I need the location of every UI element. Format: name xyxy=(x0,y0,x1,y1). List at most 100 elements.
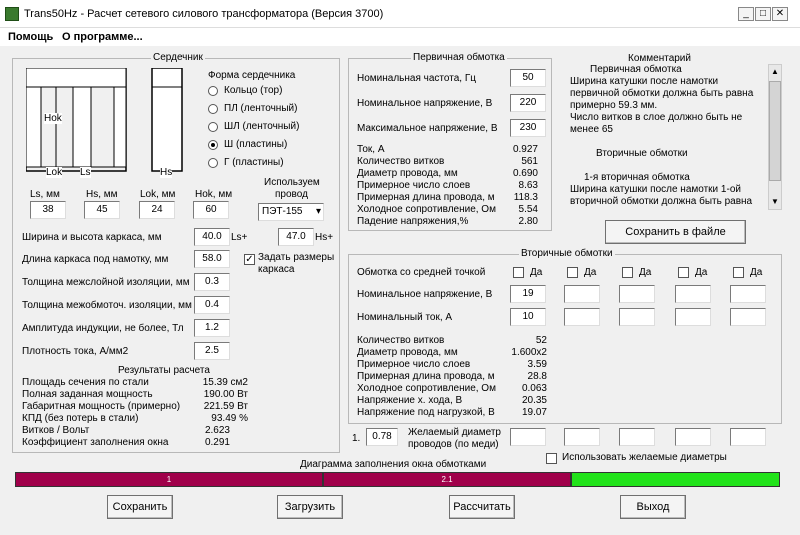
interlayer-label: Толщина межслойной изоляции, мм xyxy=(22,277,190,288)
result-label: Витков / Вольт xyxy=(22,425,90,436)
secondary-result-value: 20.35 xyxy=(521,395,547,406)
maximize-button[interactable]: □ xyxy=(755,7,771,21)
comment-scrollbar[interactable]: ▲ ▼ xyxy=(768,64,782,210)
midpoint-label: Обмотка со средней точкой xyxy=(357,267,486,278)
save-to-file-button[interactable]: Сохранить в файле xyxy=(605,220,746,244)
result-label: Коэффициент заполнения окна xyxy=(22,437,169,448)
primary-freq-input[interactable]: 50 xyxy=(510,69,546,87)
menu-help[interactable]: Помощь xyxy=(8,31,53,43)
hok-input[interactable]: 60 xyxy=(193,201,229,219)
frame-height-input[interactable]: 47.0 xyxy=(278,228,314,246)
desired-input-2[interactable] xyxy=(564,428,600,446)
primary-result-label: Примерное число слоев xyxy=(357,180,471,191)
shape-radio-toroid[interactable] xyxy=(208,86,218,96)
shape-radio-pl[interactable] xyxy=(208,104,218,114)
set-frame-checkbox[interactable]: ✓ xyxy=(244,254,255,265)
comment-line: Первичная обмотка xyxy=(590,64,682,75)
comment-title: Комментарий xyxy=(628,53,691,64)
midpoint-checkbox-3[interactable] xyxy=(622,267,633,278)
shape-label-toroid: Кольцо (тор) xyxy=(224,85,283,96)
yes-label: Да xyxy=(584,267,597,278)
yes-label: Да xyxy=(695,267,708,278)
induction-input[interactable]: 1.2 xyxy=(194,319,230,337)
secondary-volt-input-4[interactable] xyxy=(675,285,711,303)
results-title: Результаты расчета xyxy=(118,365,210,376)
desired-input-5[interactable] xyxy=(730,428,766,446)
menu-bar: Помощь О программе... xyxy=(0,28,800,46)
secondary-volt-input-3[interactable] xyxy=(619,285,655,303)
primary-vmax-input[interactable]: 230 xyxy=(510,119,546,137)
secondary-result-label: Примерное число слоев xyxy=(357,359,471,370)
frame-width-input[interactable]: 40.0 xyxy=(194,228,230,246)
ls-label: Ls xyxy=(80,167,91,178)
secondary-current-input-4[interactable] xyxy=(675,308,711,326)
result-label: Полная заданная мощность xyxy=(22,389,153,400)
secondary-result-label: Примерная длина провода, м xyxy=(357,371,495,382)
secondary-volt-input-1[interactable]: 19 xyxy=(510,285,546,303)
shape-label-g: Г (пластины) xyxy=(224,157,284,168)
primary-volt-input[interactable]: 220 xyxy=(510,94,546,112)
scroll-down-icon[interactable]: ▼ xyxy=(769,195,781,209)
midpoint-checkbox-5[interactable] xyxy=(733,267,744,278)
shape-radio-shl[interactable] xyxy=(208,122,218,132)
secondary-current-input-2[interactable] xyxy=(564,308,600,326)
secondary-volt-input-2[interactable] xyxy=(564,285,600,303)
primary-vmax-label: Максимальное напряжение, В xyxy=(357,123,498,134)
scroll-up-icon[interactable]: ▲ xyxy=(769,65,781,79)
secondary-current-input-1[interactable]: 10 xyxy=(510,308,546,326)
scroll-thumb[interactable] xyxy=(769,81,781,181)
hs-input[interactable]: 45 xyxy=(84,201,120,219)
yes-label: Да xyxy=(639,267,652,278)
yes-label: Да xyxy=(530,267,543,278)
calculate-button[interactable]: Рассчитать xyxy=(449,495,515,519)
lok-input[interactable]: 24 xyxy=(139,201,175,219)
desired-input-1[interactable] xyxy=(510,428,546,446)
frame-size-label: Ширина и высота каркаса, мм xyxy=(22,232,162,243)
load-button[interactable]: Загрузить xyxy=(277,495,343,519)
exit-button[interactable]: Выход xyxy=(620,495,686,519)
hs-plus-label: Hs+ xyxy=(315,232,334,243)
save-button[interactable]: Сохранить xyxy=(107,495,173,519)
secondary-volt-input-5[interactable] xyxy=(730,285,766,303)
frame-length-input[interactable]: 58.0 xyxy=(194,250,230,268)
secondary-current-input-3[interactable] xyxy=(619,308,655,326)
shape-label-shl: ШЛ (ленточный) xyxy=(224,121,300,132)
secondary-current-input-5[interactable] xyxy=(730,308,766,326)
interlayer-input[interactable]: 0.3 xyxy=(194,273,230,291)
fill-segment: 2.1 xyxy=(323,472,571,487)
hok-label: Hok xyxy=(44,113,62,124)
shape-radio-sh[interactable] xyxy=(208,140,218,150)
close-button[interactable]: ✕ xyxy=(772,7,788,21)
interwinding-input[interactable]: 0.4 xyxy=(194,296,230,314)
window-title: Trans50Hz - Расчет сетевого силового тра… xyxy=(24,8,384,20)
shape-radio-g[interactable] xyxy=(208,158,218,168)
desired-input-3[interactable] xyxy=(619,428,655,446)
use-desired-checkbox[interactable] xyxy=(546,453,557,464)
primary-result-value: 0.927 xyxy=(512,144,538,155)
comment-text: Первичная обмотка Ширина катушки после н… xyxy=(570,64,768,210)
menu-about[interactable]: О программе... xyxy=(62,31,143,43)
core-shape-title: Форма сердечника xyxy=(208,70,296,81)
ls-input[interactable]: 38 xyxy=(30,201,66,219)
induction-label: Амплитуда индукции, не более, Тл xyxy=(22,323,184,334)
current-density-input[interactable]: 2.5 xyxy=(194,342,230,360)
comment-line xyxy=(570,160,768,172)
fill-diagram-title: Диаграмма заполнения окна обмотками xyxy=(300,459,487,470)
midpoint-checkbox-4[interactable] xyxy=(678,267,689,278)
primary-result-value: 5.54 xyxy=(518,204,538,215)
midpoint-checkbox-2[interactable] xyxy=(567,267,578,278)
current-density-label: Плотность тока, А/мм2 xyxy=(22,346,129,357)
wire-select[interactable]: ПЭТ-155 ▾ xyxy=(258,203,324,221)
comment-line: менее 65 xyxy=(570,124,613,135)
desired-diameter-input[interactable]: 0.78 xyxy=(366,428,398,446)
midpoint-checkbox-1[interactable] xyxy=(513,267,524,278)
dim-label-lok: Lok, мм xyxy=(140,189,176,200)
fill-segment: 1 xyxy=(15,472,323,487)
minimize-button[interactable]: _ xyxy=(738,7,754,21)
dim-label-hs: Hs, мм xyxy=(86,189,118,200)
result-label: Площадь сечения по стали xyxy=(22,377,149,388)
desired-input-4[interactable] xyxy=(675,428,711,446)
result-label: Габаритная мощность (примерно) xyxy=(22,401,181,412)
secondary-result-label: Напряжение х. хода, В xyxy=(357,395,463,406)
set-frame-label-1: Задать размеры xyxy=(258,252,335,263)
